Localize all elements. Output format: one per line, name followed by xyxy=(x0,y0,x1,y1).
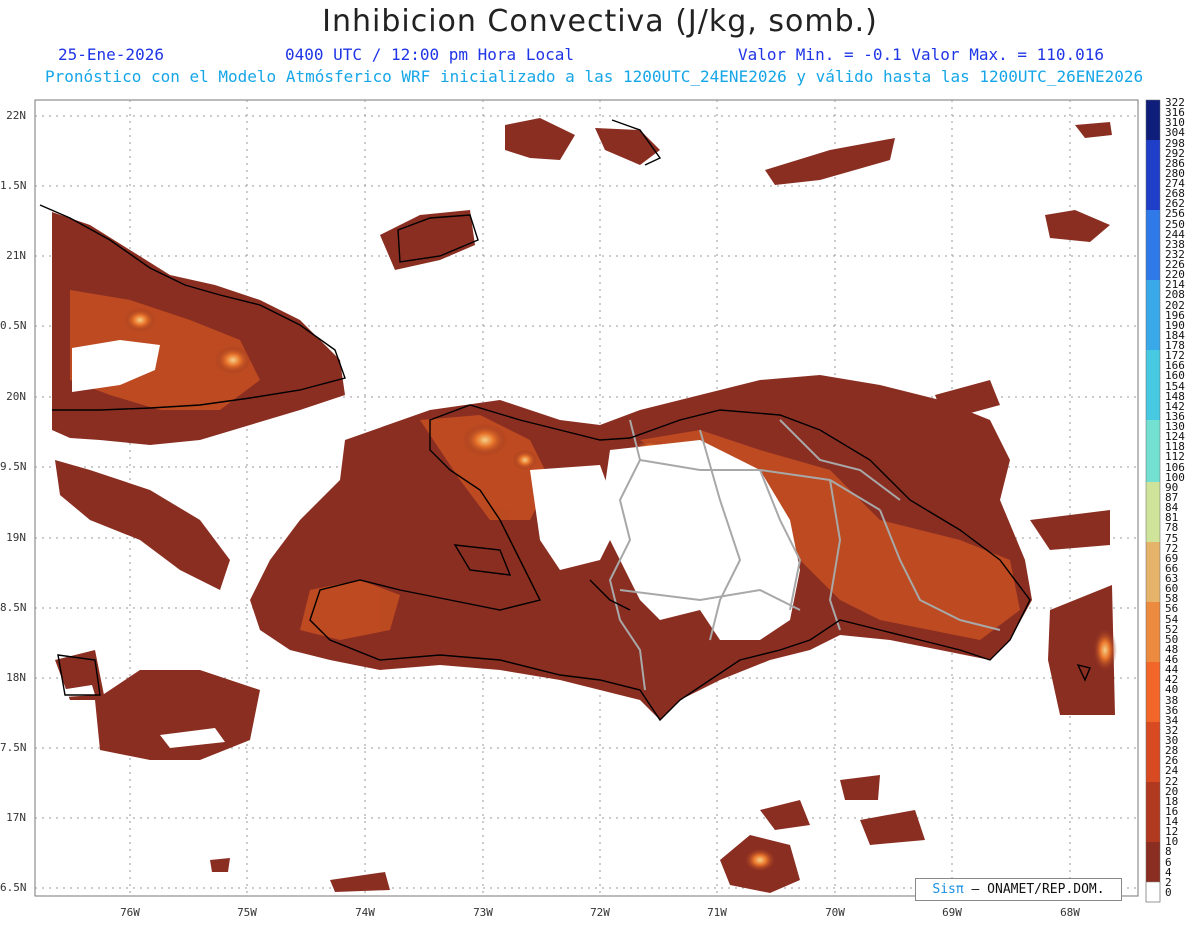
lon-label: 73W xyxy=(473,906,493,919)
lat-label: 19N xyxy=(6,531,26,544)
lon-label: 76W xyxy=(120,906,140,919)
lon-label: 69W xyxy=(942,906,962,919)
lat-label: 22N xyxy=(6,109,26,122)
colorbar xyxy=(1145,99,1161,903)
min-max-values: Valor Min. = -0.1 Valor Max. = 110.016 xyxy=(738,45,1105,64)
lat-label: 8.5N xyxy=(0,601,27,614)
lon-label: 70W xyxy=(825,906,845,919)
lat-label: 21N xyxy=(6,249,26,262)
lat-label: 9.5N xyxy=(0,460,27,473)
lat-label: 6.5N xyxy=(0,881,27,894)
colorbar-label: 0 xyxy=(1165,886,1172,899)
lat-label: 17N xyxy=(6,811,26,824)
lat-label: 7.5N xyxy=(0,741,27,754)
lon-label: 71W xyxy=(707,906,727,919)
cin-map xyxy=(34,99,1161,903)
forecast-note: Pronóstico con el Modelo Atmósferico WRF… xyxy=(45,67,1144,86)
lon-label: 68W xyxy=(1060,906,1080,919)
sispi-logo: Sisπ xyxy=(932,882,964,897)
lat-label: 1.5N xyxy=(0,179,27,192)
credit-text: – ONAMET/REP.DOM. xyxy=(963,882,1105,897)
lon-label: 72W xyxy=(590,906,610,919)
lon-label: 74W xyxy=(355,906,375,919)
lat-label: 20N xyxy=(6,390,26,403)
lon-label: 75W xyxy=(237,906,257,919)
map-title: Inhibicion Convectiva (J/kg, somb.) xyxy=(322,4,878,39)
lat-label: 0.5N xyxy=(0,319,27,332)
forecast-time: 0400 UTC / 12:00 pm Hora Local xyxy=(285,45,574,64)
forecast-date: 25-Ene-2026 xyxy=(58,45,164,64)
credit-box: Sisπ – ONAMET/REP.DOM. xyxy=(915,878,1122,901)
lat-label: 18N xyxy=(6,671,26,684)
